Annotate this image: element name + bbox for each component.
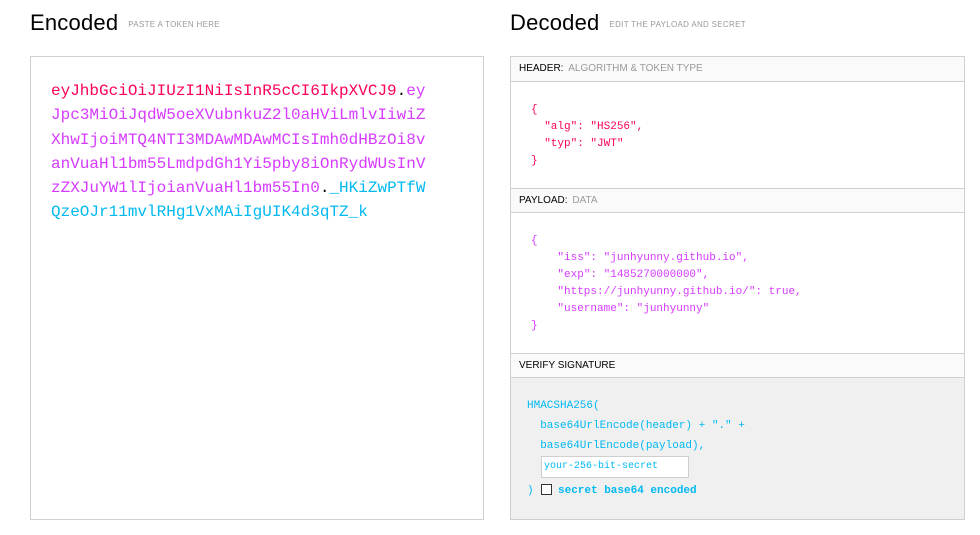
payload-json-line: } xyxy=(531,320,538,332)
payload-section-label: PAYLOAD: xyxy=(519,195,568,206)
payload-json-line: "exp": "1485270000000", xyxy=(531,269,710,281)
token-payload-segment: anVuaHl1bm55LmdpdGh1Yi5pby8iOnRydWUsInV xyxy=(51,154,426,173)
payload-json-editor[interactable]: { "iss": "junhyunny.github.io", "exp": "… xyxy=(511,213,964,353)
token-line: XhwIjoiMTQ4NTI3MDAwMDAwMCIsImh0dHBzOi8v xyxy=(51,128,431,152)
hmac-line-payload: base64UrlEncode(payload), xyxy=(527,440,706,452)
secret-base64-label[interactable]: secret base64 encoded xyxy=(558,483,697,499)
token-signature-segment: _HKiZwPTfW xyxy=(329,179,426,198)
token-payload-segment: Jpc3MiOiJqdW5oeXVubnkuZ2l0aHViLmlvIiwiZ xyxy=(51,106,426,125)
hmac-function-open: HMACSHA256( xyxy=(527,400,600,412)
encoded-token-text[interactable]: eyJhbGciOiJIUzI1NiIsInR5cCI6IkpXVCJ9.ey J… xyxy=(51,79,431,225)
payload-section-title: PAYLOAD: DATA xyxy=(511,188,964,213)
encoded-token-editor[interactable]: eyJhbGciOiJIUzI1NiIsInR5cCI6IkpXVCJ9.ey J… xyxy=(30,56,484,520)
header-json-line: "alg": "HS256", xyxy=(531,121,644,133)
verify-section-title: VERIFY SIGNATURE xyxy=(511,353,964,378)
payload-json-line: "https://junhyunny.github.io/": true, xyxy=(531,286,802,298)
decoded-panel: HEADER: ALGORITHM & TOKEN TYPE { "alg": … xyxy=(510,56,965,520)
encoded-title: Encoded PASTE A TOKEN HERE xyxy=(30,10,220,36)
secret-input[interactable]: your-256-bit-secret xyxy=(541,456,689,478)
secret-base64-checkbox[interactable] xyxy=(541,484,552,495)
encoded-subtitle: PASTE A TOKEN HERE xyxy=(128,19,220,29)
token-payload-segment: zZXJuYW1lIjoianVuaHl1bm55In0 xyxy=(51,179,320,198)
header-section-title: HEADER: ALGORITHM & TOKEN TYPE xyxy=(511,57,964,82)
payload-json-line: { xyxy=(531,235,538,247)
token-line: anVuaHl1bm55LmdpdGh1Yi5pby8iOnRydWUsInV xyxy=(51,152,431,176)
payload-json-line: "iss": "junhyunny.github.io", xyxy=(531,252,749,264)
token-separator: . xyxy=(396,82,407,100)
payload-section-sublabel: DATA xyxy=(572,195,598,206)
decoded-title: Decoded EDIT THE PAYLOAD AND SECRET xyxy=(510,10,746,36)
verify-section-label: VERIFY SIGNATURE xyxy=(519,360,616,371)
encoded-heading: Encoded xyxy=(30,10,119,35)
token-separator: . xyxy=(319,179,330,198)
decoded-heading: Decoded xyxy=(510,10,600,35)
verify-signature-body: HMACSHA256( base64UrlEncode(header) + ".… xyxy=(511,378,964,519)
token-payload-segment: ey xyxy=(406,82,426,100)
token-signature-segment: QzeOJr11mvlRHg1VxMAiIgUIK4d3qTZ_k xyxy=(51,203,368,222)
header-section-label: HEADER: xyxy=(519,63,564,74)
hmac-close-paren: ) xyxy=(527,485,534,497)
header-json-line: { xyxy=(531,104,538,116)
header-json-editor[interactable]: { "alg": "HS256", "typ": "JWT" } xyxy=(511,82,964,188)
payload-json-line: "username": "junhyunny" xyxy=(531,303,710,315)
header-section-sublabel: ALGORITHM & TOKEN TYPE xyxy=(568,63,703,74)
header-json-line: } xyxy=(531,155,538,167)
decoded-subtitle: EDIT THE PAYLOAD AND SECRET xyxy=(609,19,746,29)
token-line: QzeOJr11mvlRHg1VxMAiIgUIK4d3qTZ_k xyxy=(51,200,431,224)
header-json-line: "typ": "JWT" xyxy=(531,138,624,150)
token-line: eyJhbGciOiJIUzI1NiIsInR5cCI6IkpXVCJ9.ey xyxy=(51,79,431,103)
token-line: Jpc3MiOiJqdW5oeXVubnkuZ2l0aHViLmlvIiwiZ xyxy=(51,103,431,127)
token-payload-segment: XhwIjoiMTQ4NTI3MDAwMDAwMCIsImh0dHBzOi8v xyxy=(51,130,426,149)
hmac-line-header: base64UrlEncode(header) + "." + xyxy=(527,420,745,432)
token-header-segment: eyJhbGciOiJIUzI1NiIsInR5cCI6IkpXVCJ9 xyxy=(51,82,397,100)
token-line: zZXJuYW1lIjoianVuaHl1bm55In0._HKiZwPTfW xyxy=(51,176,431,200)
